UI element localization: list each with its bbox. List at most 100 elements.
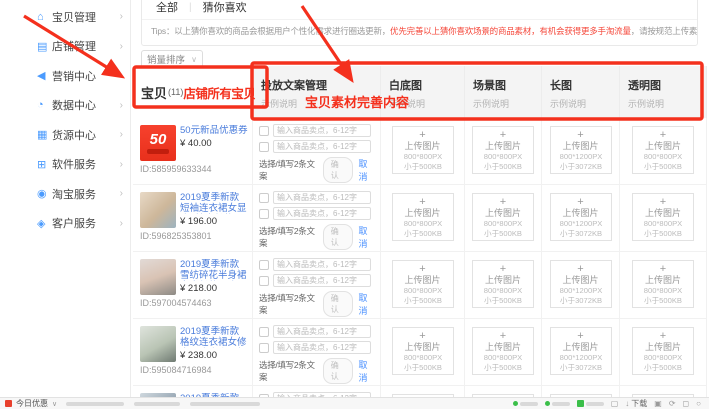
upload-image-button[interactable]: + 上传图片 800*800PX 小于500KB — [392, 327, 454, 375]
sidebar-item-label: 淘宝服务 — [52, 186, 96, 202]
upload-image-button[interactable]: + 上传图片 800*1200PX 小于3072KB — [550, 126, 612, 174]
cancel-button[interactable]: 取消 — [358, 224, 375, 250]
taobao-seller-material-page: ⌂ 宝贝管理 › ▤ 店铺管理 › ◀ 营销中心 ◔ 数据中心 › ▦ 货源中心… — [0, 0, 709, 409]
upload-label: 上传图片 — [633, 275, 693, 286]
mail-icon[interactable]: ▢ — [611, 400, 619, 408]
cancel-button[interactable]: 取消 — [358, 358, 375, 384]
upload-limit: 小于500KB — [394, 363, 451, 372]
sidebar-item-supply-center[interactable]: ▦ 货源中心 › — [28, 120, 130, 150]
example-link[interactable]: 示例说明 — [473, 97, 541, 110]
checkbox[interactable] — [259, 142, 269, 152]
sidebar-item-product-management[interactable]: ⌂ 宝贝管理 › — [28, 2, 130, 32]
refresh-icon[interactable]: ⟳ — [669, 400, 676, 408]
checkbox[interactable] — [259, 276, 269, 286]
table-row: 50 50元新品优惠券 ¥ 40.00 ID:585959633344 — [133, 118, 707, 185]
product-thumbnail[interactable] — [140, 259, 176, 295]
selling-point-input[interactable] — [273, 191, 371, 204]
cancel-button[interactable]: 取消 — [358, 291, 375, 317]
tab-guess-you-like[interactable]: 猜你喜欢 — [203, 0, 247, 15]
checkbox[interactable] — [259, 193, 269, 203]
shop-icon: ▤ — [37, 40, 52, 53]
product-name-link[interactable]: 2019夏季新款短袖连衣裙女显瘦T恤中长款 — [180, 192, 248, 214]
checkbox[interactable] — [259, 126, 269, 136]
confirm-button[interactable]: 确认 — [323, 291, 354, 317]
upload-image-button[interactable]: + 上传图片 800*800PX 小于500KB — [632, 327, 694, 375]
supply-icon: ▦ — [37, 128, 52, 141]
upload-cell-whitebg: + 上传图片 800*800PX 小于500KB — [381, 319, 465, 385]
upload-image-button[interactable]: + 上传图片 800*800PX 小于500KB — [632, 126, 694, 174]
material-table: 宝贝 (11) 店铺所有宝贝 投放文案管理 示例说明 白底图 示例说明 场景图 … — [133, 66, 707, 409]
upload-image-button[interactable]: + 上传图片 800*1200PX 小于3072KB — [550, 260, 612, 308]
upload-image-button[interactable]: + 上传图片 800*800PX 小于500KB — [392, 126, 454, 174]
upload-image-button[interactable]: + 上传图片 800*800PX 小于500KB — [472, 327, 534, 375]
upload-image-button[interactable]: + 上传图片 800*800PX 小于500KB — [472, 193, 534, 241]
product-thumbnail[interactable] — [140, 192, 176, 228]
download-item[interactable]: ↓ 下载 — [625, 398, 647, 409]
extension-icon[interactable] — [577, 400, 604, 407]
chevron-right-icon: › — [120, 100, 123, 111]
header-item-column: 宝贝 (11) 店铺所有宝贝 — [133, 66, 253, 118]
product-thumbnail-coupon[interactable]: 50 — [140, 125, 176, 161]
upload-image-button[interactable]: + 上传图片 800*1200PX 小于3072KB — [550, 193, 612, 241]
selling-point-input[interactable] — [273, 341, 371, 354]
status-indicator-green[interactable] — [545, 401, 570, 406]
upload-image-button[interactable]: + 上传图片 800*800PX 小于500KB — [392, 193, 454, 241]
upload-image-button[interactable]: + 上传图片 800*800PX 小于500KB — [392, 260, 454, 308]
example-link[interactable]: 示例说明 — [628, 97, 706, 110]
upload-label: 上传图片 — [393, 141, 453, 152]
upload-size: 800*1200PX — [552, 353, 609, 362]
tab-all[interactable]: 全部 — [156, 0, 178, 15]
status-bar-right-group: ▢ ↓ 下载 ▣ ⟳ ◻ ○ — [513, 398, 709, 409]
checkbox[interactable] — [259, 343, 269, 353]
upload-size: 800*800PX — [635, 152, 692, 161]
plus-icon: + — [393, 331, 453, 342]
product-thumbnail[interactable] — [140, 326, 176, 362]
selling-point-input[interactable] — [273, 124, 371, 137]
sidebar-item-taobao-services[interactable]: ◉ 淘宝服务 › — [28, 179, 130, 209]
selling-point-input[interactable] — [273, 258, 371, 271]
upload-cell-whitebg: + 上传图片 800*800PX 小于500KB — [381, 252, 465, 318]
checkbox[interactable] — [259, 209, 269, 219]
upload-image-button[interactable]: + 上传图片 800*800PX 小于500KB — [632, 193, 694, 241]
checkbox[interactable] — [259, 327, 269, 337]
green-dot-icon — [545, 401, 550, 406]
upload-cell-long: + 上传图片 800*1200PX 小于3072KB — [542, 185, 620, 251]
illegible-text — [552, 402, 570, 406]
confirm-button[interactable]: 确认 — [323, 358, 354, 384]
upload-image-button[interactable]: + 上传图片 800*1200PX 小于3072KB — [550, 327, 612, 375]
upload-cell-scene: + 上传图片 800*800PX 小于500KB — [465, 118, 542, 184]
status-indicator-green[interactable] — [513, 401, 538, 406]
sidebar-item-shop-management[interactable]: ▤ 店铺管理 › — [28, 32, 130, 62]
product-name-link[interactable]: 50元新品优惠券 — [180, 125, 248, 136]
selling-point-input[interactable] — [273, 140, 371, 153]
circle-icon[interactable]: ○ — [696, 400, 701, 408]
sidebar-item-software-services[interactable]: ⊞ 软件服务 › — [28, 150, 130, 180]
upload-image-button[interactable]: + 上传图片 800*800PX 小于500KB — [472, 260, 534, 308]
selling-point-input[interactable] — [273, 207, 371, 220]
upload-image-button[interactable]: + 上传图片 800*800PX 小于500KB — [632, 260, 694, 308]
window-icon[interactable]: ▣ — [654, 400, 662, 408]
sidebar-item-data-center[interactable]: ◔ 数据中心 › — [28, 91, 130, 121]
cancel-button[interactable]: 取消 — [358, 157, 375, 183]
product-price: ¥ 40.00 — [180, 138, 248, 149]
product-name-link[interactable]: 2019夏季新款格纹连衣裙女修身显瘦小众网红 — [180, 326, 248, 348]
upload-label: 上传图片 — [551, 208, 611, 219]
example-link[interactable]: 示例说明 — [389, 97, 464, 110]
panel-icon[interactable]: ◻ — [683, 400, 690, 408]
confirm-button[interactable]: 确认 — [323, 224, 354, 250]
upload-cell-long: + 上传图片 800*1200PX 小于3072KB — [542, 252, 620, 318]
selling-point-input[interactable] — [273, 325, 371, 338]
confirm-button[interactable]: 确认 — [323, 157, 354, 183]
checkbox[interactable] — [259, 260, 269, 270]
product-name-link[interactable]: 2019夏季新款雪纺碎花半身裙女中长款显瘦百搭 — [180, 259, 248, 281]
upload-image-button[interactable]: + 上传图片 800*800PX 小于500KB — [472, 126, 534, 174]
selling-point-input[interactable] — [273, 274, 371, 287]
sidebar-item-customer-services[interactable]: ◈ 客户服务 › — [28, 209, 130, 239]
example-link[interactable]: 示例说明 — [550, 97, 619, 110]
browser-status-bar: 今日优惠 ∨ ▢ ↓ 下载 ▣ ⟳ ◻ — [0, 397, 709, 409]
status-bar-left-item[interactable]: 今日优惠 — [16, 398, 48, 409]
chevron-down-icon: ∨ — [52, 400, 57, 408]
example-link[interactable]: 示例说明 — [261, 97, 380, 110]
upload-limit: 小于500KB — [394, 229, 451, 238]
sidebar-item-marketing-center[interactable]: ◀ 营销中心 — [28, 61, 130, 91]
